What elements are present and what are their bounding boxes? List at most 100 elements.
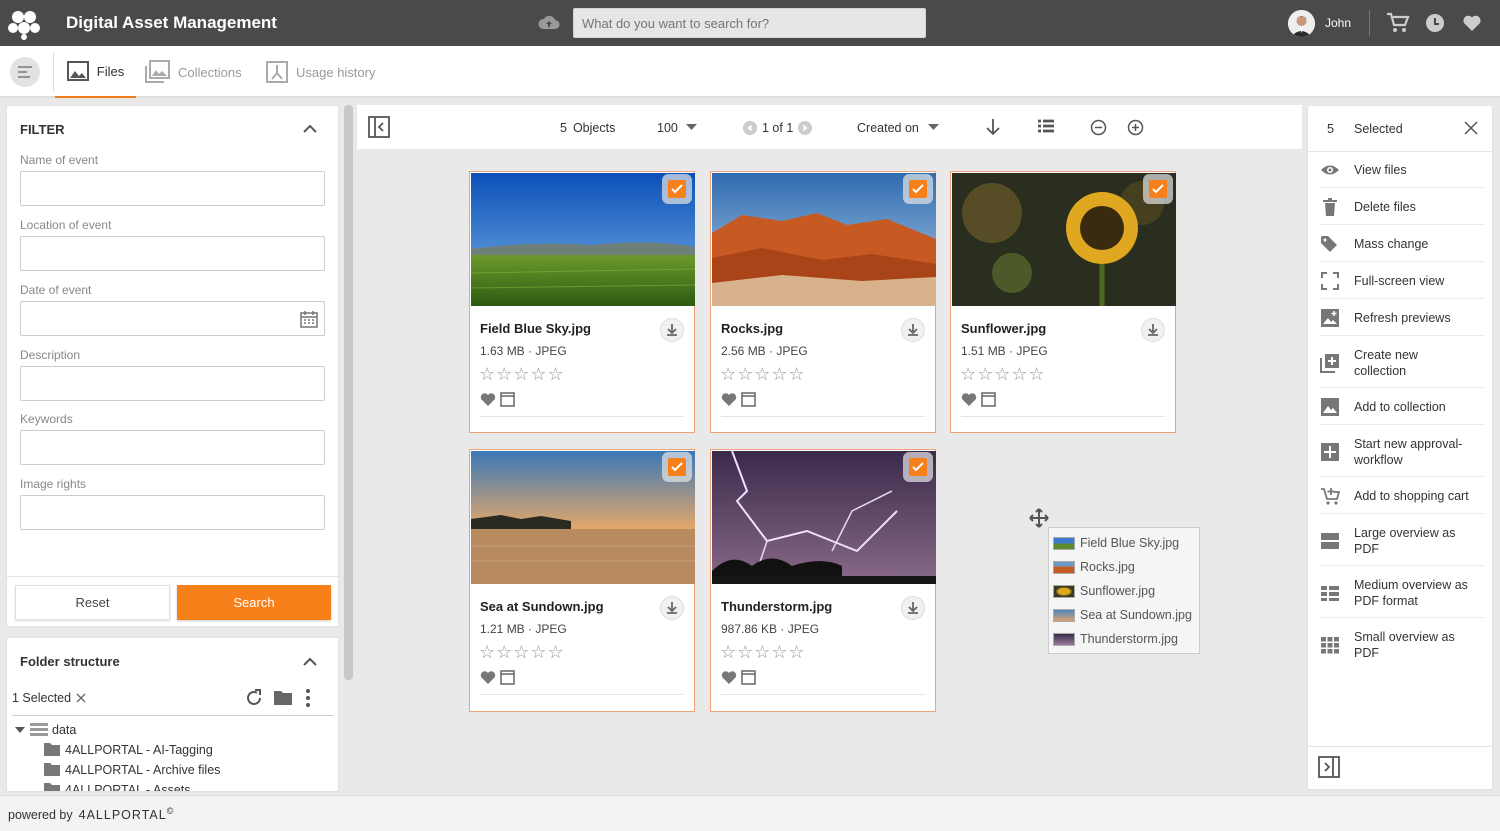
tab-files[interactable]: Files xyxy=(55,46,136,98)
preview-window-icon[interactable] xyxy=(741,670,756,685)
download-button[interactable] xyxy=(660,596,684,620)
preview-window-icon[interactable] xyxy=(500,670,515,685)
sort-direction-icon[interactable] xyxy=(985,118,1001,136)
action-view-files[interactable]: View files xyxy=(1320,153,1484,188)
file-name[interactable]: Sunflower.jpg xyxy=(961,321,1046,336)
download-button[interactable] xyxy=(901,596,925,620)
rating-stars[interactable]: ☆☆☆☆☆ xyxy=(720,642,806,663)
logo-icon[interactable] xyxy=(8,8,40,40)
file-thumbnail[interactable] xyxy=(471,451,695,584)
selected-checkbox[interactable] xyxy=(909,458,927,476)
avatar[interactable] xyxy=(1288,10,1315,37)
download-button[interactable] xyxy=(660,318,684,342)
folder-structure-title: Folder structure xyxy=(20,654,120,669)
rating-stars[interactable]: ☆☆☆☆☆ xyxy=(960,364,1046,385)
location-of-event-input[interactable] xyxy=(20,236,325,271)
file-card[interactable]: Sea at Sundown.jpg 1.21 MB · JPEG ☆☆☆☆☆ xyxy=(469,449,695,712)
file-thumbnail[interactable] xyxy=(471,173,695,306)
folder-icon[interactable] xyxy=(273,689,293,706)
date-of-event-input[interactable] xyxy=(20,301,325,336)
file-name[interactable]: Rocks.jpg xyxy=(721,321,783,336)
favorite-icon[interactable] xyxy=(961,392,977,407)
more-options-icon[interactable] xyxy=(305,688,311,708)
tree-item-folder[interactable]: 4ALLPORTAL - AI-Tagging xyxy=(43,742,213,757)
image-rights-input[interactable] xyxy=(20,495,325,530)
next-page-icon[interactable] xyxy=(798,120,813,135)
file-thumbnail[interactable] xyxy=(952,173,1176,306)
action-delete-files[interactable]: Delete files xyxy=(1320,190,1484,225)
action-small-overview-pdf[interactable]: Small overview as PDF xyxy=(1320,620,1484,670)
refresh-icon[interactable] xyxy=(244,688,264,708)
rating-stars[interactable]: ☆☆☆☆☆ xyxy=(479,364,565,385)
username[interactable]: John xyxy=(1325,16,1351,30)
name-of-event-input[interactable] xyxy=(20,171,325,206)
action-mass-change[interactable]: Mass change xyxy=(1320,227,1484,262)
selected-checkbox[interactable] xyxy=(1149,180,1167,198)
zoom-in-icon[interactable] xyxy=(1127,119,1144,136)
file-name[interactable]: Thunderstorm.jpg xyxy=(721,599,832,614)
clear-selection-icon[interactable] xyxy=(75,692,87,704)
action-full-screen-view[interactable]: Full-screen view xyxy=(1320,264,1484,299)
file-name[interactable]: Sea at Sundown.jpg xyxy=(480,599,604,614)
tab-usage-history[interactable]: Usage history xyxy=(266,46,375,98)
selected-checkbox[interactable] xyxy=(909,180,927,198)
file-card[interactable]: Field Blue Sky.jpg 1.63 MB · JPEG ☆☆☆☆☆ xyxy=(469,171,695,433)
favorites-icon[interactable] xyxy=(1462,13,1482,33)
file-card[interactable]: Thunderstorm.jpg 987.86 KB · JPEG ☆☆☆☆☆ xyxy=(710,449,936,712)
file-card[interactable]: Sunflower.jpg 1.51 MB · JPEG ☆☆☆☆☆ xyxy=(950,171,1176,433)
preview-window-icon[interactable] xyxy=(500,392,515,407)
preview-window-icon[interactable] xyxy=(981,392,996,407)
description-input[interactable] xyxy=(20,366,325,401)
shopping-cart-icon[interactable] xyxy=(1386,12,1410,34)
selected-checkbox[interactable] xyxy=(668,180,686,198)
action-refresh-previews[interactable]: Refresh previews xyxy=(1320,301,1484,336)
file-name[interactable]: Field Blue Sky.jpg xyxy=(480,321,591,336)
prev-page-icon[interactable] xyxy=(743,120,757,135)
file-card[interactable]: Rocks.jpg 2.56 MB · JPEG ☆☆☆☆☆ xyxy=(710,171,936,433)
history-icon[interactable] xyxy=(1425,13,1445,33)
action-medium-overview-pdf[interactable]: Medium overview as PDF format xyxy=(1320,568,1484,618)
favorite-icon[interactable] xyxy=(721,670,737,685)
search-input[interactable] xyxy=(573,8,926,38)
close-icon[interactable] xyxy=(1464,121,1478,135)
favorite-icon[interactable] xyxy=(480,392,496,407)
download-button[interactable] xyxy=(901,318,925,342)
rating-stars[interactable]: ☆☆☆☆☆ xyxy=(479,642,565,663)
collapse-chevron-icon[interactable] xyxy=(302,655,318,667)
upload-icon[interactable] xyxy=(538,13,560,33)
keywords-input[interactable] xyxy=(20,430,325,465)
action-add-to-shopping-cart[interactable]: Add to shopping cart xyxy=(1320,479,1484,514)
sort-select[interactable]: Created on xyxy=(857,105,939,150)
file-thumbnail[interactable] xyxy=(712,173,936,306)
image-icon xyxy=(66,61,89,81)
favorite-icon[interactable] xyxy=(480,670,496,685)
action-add-to-collection[interactable]: Add to collection xyxy=(1320,390,1484,425)
zoom-out-icon[interactable] xyxy=(1090,119,1107,136)
search-button[interactable]: Search xyxy=(177,585,331,620)
download-button[interactable] xyxy=(1141,318,1165,342)
tree-item-folder[interactable]: 4ALLPORTAL - Archive files xyxy=(43,762,220,777)
expand-arrow-icon[interactable] xyxy=(14,725,26,735)
calendar-icon[interactable] xyxy=(300,310,318,328)
reset-button[interactable]: Reset xyxy=(15,585,170,620)
favorite-icon[interactable] xyxy=(721,392,737,407)
toggle-selection-panel-icon[interactable] xyxy=(1318,756,1340,778)
action-create-new-collection[interactable]: Create new collection xyxy=(1320,338,1484,388)
tree-item-folder[interactable]: 4ALLPORTAL - Assets xyxy=(43,782,191,791)
file-thumbnail[interactable] xyxy=(712,451,936,584)
per-page-select[interactable]: 100 xyxy=(657,105,697,150)
action-large-overview-pdf[interactable]: Large overview as PDF xyxy=(1320,516,1484,566)
action-start-approval-workflow[interactable]: Start new approval-workflow xyxy=(1320,427,1484,477)
tab-collections[interactable]: Collections xyxy=(144,46,242,98)
collapse-chevron-icon[interactable] xyxy=(302,122,318,134)
scrollbar[interactable] xyxy=(344,105,353,680)
menu-button[interactable] xyxy=(10,57,40,87)
preview-window-icon[interactable] xyxy=(741,392,756,407)
field-label: Location of event xyxy=(20,218,112,232)
rating-stars[interactable]: ☆☆☆☆☆ xyxy=(720,364,806,385)
toggle-filter-panel-icon[interactable] xyxy=(368,116,390,138)
tree-item-data[interactable]: data xyxy=(14,722,76,738)
separator: · xyxy=(528,344,533,358)
selected-checkbox[interactable] xyxy=(668,458,686,476)
list-view-icon[interactable] xyxy=(1037,119,1055,135)
